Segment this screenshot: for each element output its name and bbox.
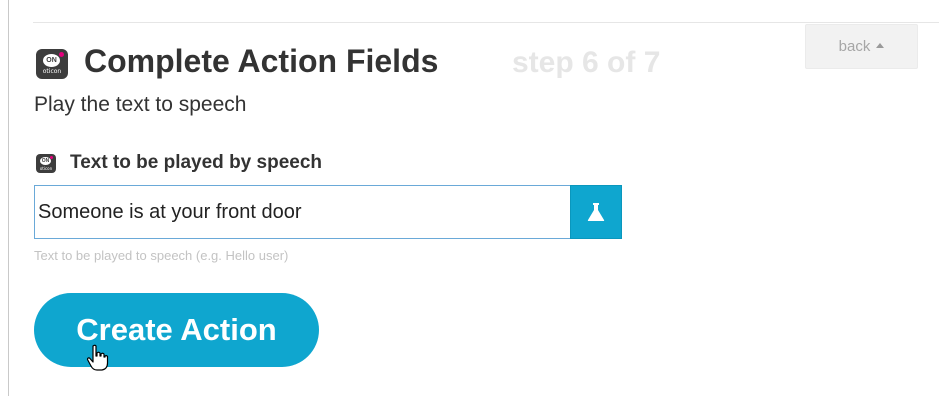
- field-helper-text: Text to be played to speech (e.g. Hello …: [34, 248, 289, 263]
- app-icon-brand: oticon: [42, 68, 62, 75]
- back-label: back: [838, 38, 871, 55]
- create-action-button[interactable]: Create Action: [34, 293, 319, 367]
- test-field-button[interactable]: [570, 185, 622, 239]
- hand-pointer-icon: [86, 344, 109, 371]
- step-indicator: step 6 of 7: [512, 46, 661, 79]
- field-icon-brand: oticon: [39, 166, 53, 171]
- create-action-label: Create Action: [76, 312, 277, 347]
- back-button[interactable]: back: [805, 24, 918, 69]
- flask-icon: [587, 203, 605, 221]
- caret-up-icon: [876, 43, 885, 48]
- page-title: Complete Action Fields: [84, 43, 439, 79]
- left-divider: [8, 0, 9, 396]
- speech-text-input[interactable]: Someone is at your front door: [34, 185, 570, 239]
- field-icon-dot: [50, 156, 53, 159]
- app-icon-badge: ON: [43, 54, 60, 67]
- field-label: Text to be played by speech: [70, 152, 323, 173]
- oticon-field-icon: ON oticon: [36, 154, 56, 173]
- action-subtitle: Play the text to speech: [34, 93, 247, 116]
- page: back ON oticon Complete Action Fields st…: [0, 0, 939, 396]
- app-icon-dot: [59, 52, 64, 57]
- oticon-app-icon: ON oticon: [36, 49, 68, 79]
- top-divider: [33, 22, 939, 23]
